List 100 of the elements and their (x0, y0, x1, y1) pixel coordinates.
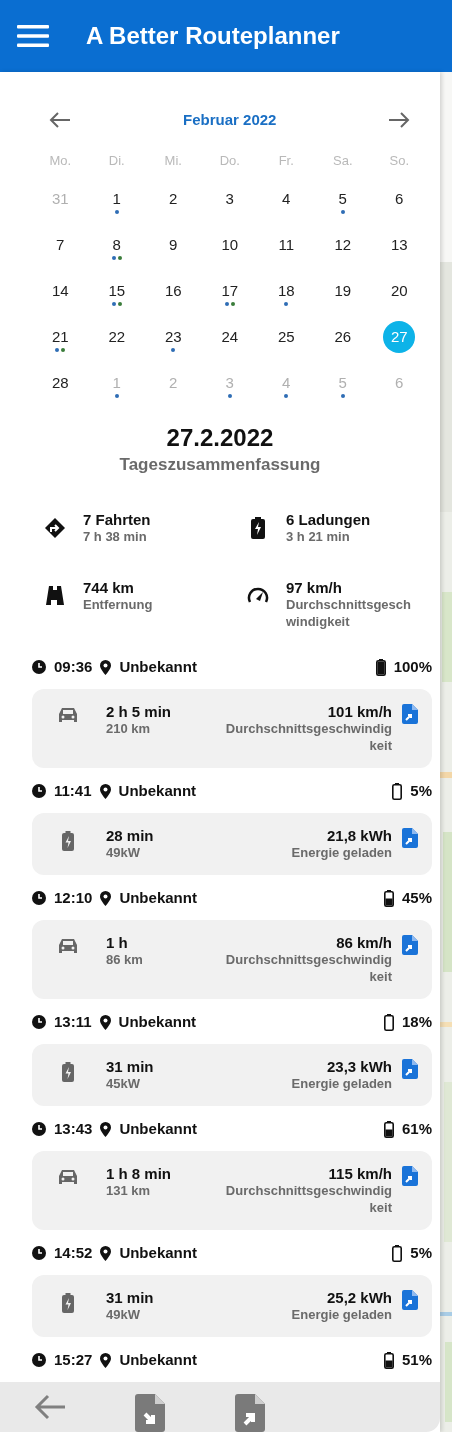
stop-place: Unbekannt (119, 1242, 197, 1263)
calendar-day[interactable]: 4 (278, 188, 295, 209)
arrow-left-icon[interactable] (49, 111, 72, 129)
calendar-day[interactable]: 12 (330, 234, 356, 255)
segment-detail: 131 km (106, 1182, 152, 1199)
calendar-day[interactable]: 10 (217, 234, 243, 255)
stop-place: Unbekannt (119, 1349, 197, 1370)
weekday-label: Mo. (49, 153, 72, 168)
calendar-day[interactable]: 11 (274, 234, 299, 255)
battery-bolt-icon (251, 517, 265, 539)
clock-icon (32, 1122, 46, 1136)
calendar-day[interactable]: 1 (108, 188, 125, 209)
gauge-icon (247, 585, 269, 605)
file-export-icon[interactable] (402, 1166, 418, 1186)
stop-time: 15:27 (54, 1349, 93, 1370)
segment-card[interactable]: 2 h 5 min 210 km 101 km/h Durchschnittsgeschwindigkeit (32, 689, 432, 768)
calendar-day[interactable]: 20 (386, 280, 412, 301)
calendar-day[interactable]: 15 (104, 280, 130, 301)
segment-detail: 86 km (106, 951, 144, 968)
stat-value: 744 km (83, 579, 135, 596)
segment-card[interactable]: 31 min 49kW 25,2 kWh Energie geladen (32, 1275, 432, 1337)
stat-label: 7 h 38 min (83, 528, 148, 545)
stat-label: Durchschnittsgeschwindigkeit (286, 596, 412, 630)
summary-date: 27.2.2022 (166, 424, 274, 452)
calendar-day[interactable]: 2 (165, 188, 182, 209)
file-export-icon[interactable] (402, 1059, 418, 1079)
calendar-day[interactable]: 8 (108, 234, 125, 255)
segment-duration: 31 min (106, 1289, 155, 1306)
segment-card[interactable]: 1 h 86 km 86 km/h Durchschnittsgeschwindigkeit (32, 920, 432, 999)
menu-icon[interactable] (17, 24, 49, 48)
file-export-icon[interactable] (402, 1290, 418, 1310)
stop-time: 14:52 (54, 1242, 93, 1263)
calendar-day[interactable]: 19 (330, 280, 356, 301)
file-export-icon[interactable] (235, 1394, 265, 1432)
segment-duration: 28 min (106, 827, 155, 844)
calendar-day[interactable]: 28 (47, 372, 73, 393)
calendar-day[interactable]: 9 (165, 234, 182, 255)
car-icon (58, 707, 78, 723)
calendar-day[interactable]: 13 (386, 234, 412, 255)
segment-value: 101 km/h (326, 703, 392, 720)
file-export-icon[interactable] (402, 828, 418, 848)
month-title[interactable]: Februar 2022 (88, 108, 371, 132)
stop-time: 13:11 (54, 1011, 92, 1032)
calendar-day[interactable]: 7 (52, 234, 69, 255)
stop-place: Unbekannt (119, 1118, 197, 1139)
segment-card[interactable]: 31 min 45kW 23,3 kWh Energie geladen (32, 1044, 432, 1106)
weekday-label: So. (389, 153, 409, 168)
calendar-day[interactable]: 3 (221, 188, 238, 209)
clock-icon (32, 1353, 46, 1367)
weekday-label: Do. (219, 153, 240, 168)
segment-detail: 49kW (106, 1306, 141, 1323)
battery-percent: 5% (410, 780, 432, 801)
segment-value-label: Durchschnittsgeschwindigkeit (224, 951, 392, 985)
battery-percent: 18% (401, 1011, 432, 1032)
calendar-day[interactable]: 23 (160, 326, 186, 347)
stat-value: 97 km/h (286, 579, 343, 596)
location-pin-icon (100, 1352, 112, 1368)
file-export-icon[interactable] (402, 704, 418, 724)
stat-value: 6 Ladungen (286, 511, 372, 528)
segment-card[interactable]: 1 h 8 min 131 km 115 km/h Durchschnittsgeschwindigkeit (32, 1151, 432, 1230)
arrow-right-icon[interactable] (388, 111, 411, 129)
car-icon (58, 938, 78, 954)
stop-time: 11:41 (54, 780, 92, 801)
calendar-day[interactable]: 18 (273, 280, 299, 301)
stop-place: Unbekannt (118, 1011, 197, 1032)
calendar-day[interactable]: 25 (273, 326, 299, 347)
clock-icon (32, 891, 46, 905)
segment-detail: 49kW (106, 844, 141, 861)
calendar-day[interactable]: 24 (217, 326, 243, 347)
battery-bolt-icon (62, 831, 74, 851)
calendar-day[interactable]: 21 (47, 326, 73, 347)
stat-label: 3 h 21 min (286, 528, 351, 545)
segment-duration: 31 min (106, 1058, 155, 1075)
file-import-icon[interactable] (135, 1394, 165, 1432)
segment-value-label: Durchschnittsgeschwindigkeit (224, 720, 392, 754)
calendar-day[interactable]: 26 (330, 326, 356, 347)
calendar-day[interactable]: 5 (334, 188, 351, 209)
calendar-day[interactable]: 16 (160, 280, 186, 301)
battery-percent: 100% (393, 656, 432, 677)
segment-value: 86 km/h (335, 934, 392, 951)
calendar-day[interactable]: 6 (391, 188, 408, 209)
location-pin-icon (100, 1245, 112, 1261)
car-icon (58, 1169, 78, 1185)
segment-value-label: Energie geladen (290, 844, 392, 861)
calendar-day[interactable]: 14 (47, 280, 73, 301)
stop-place: Unbekannt (119, 887, 197, 908)
segment-value-label: Energie geladen (290, 1306, 392, 1323)
segment-card[interactable]: 28 min 49kW 21,8 kWh Energie geladen (32, 813, 432, 875)
location-pin-icon (100, 659, 112, 675)
segment-detail: 210 km (106, 720, 152, 737)
arrow-left-icon[interactable] (34, 1394, 66, 1420)
stop-place: Unbekannt (118, 780, 197, 801)
calendar-day[interactable]: 17 (217, 280, 243, 301)
road-icon (45, 585, 65, 605)
calendar-day[interactable]: 22 (104, 326, 130, 347)
segment-value: 21,8 kWh (325, 827, 392, 844)
segment-duration: 1 h 8 min (106, 1165, 173, 1182)
file-export-icon[interactable] (402, 935, 418, 955)
battery-percent: 51% (401, 1349, 432, 1370)
weekday-label: Sa. (333, 153, 353, 168)
